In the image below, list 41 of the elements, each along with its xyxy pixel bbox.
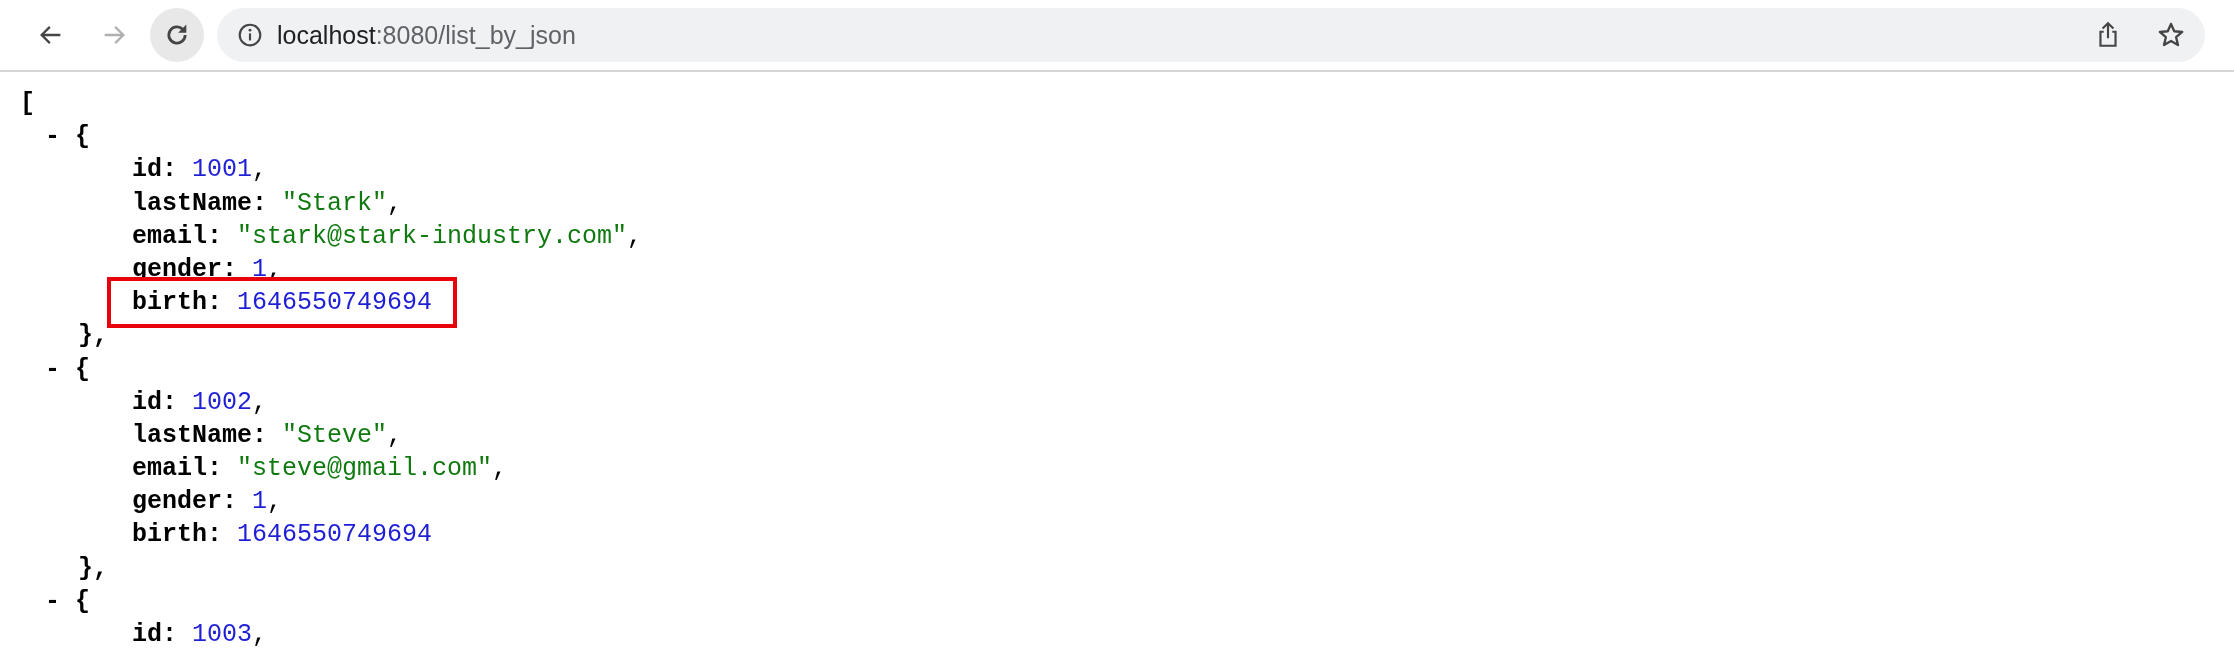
collapse-marker: - { [45, 586, 90, 616]
json-value: "Steve" [282, 420, 388, 450]
json-key: email: [132, 221, 222, 251]
punctuation: , [252, 387, 268, 417]
collapse-marker: - { [45, 354, 90, 384]
json-key: id: [132, 155, 177, 185]
json-key: birth: [132, 288, 222, 318]
json-value: 1003 [192, 620, 253, 649]
punctuation: , [267, 487, 283, 517]
json-key: gender: [132, 254, 238, 284]
punctuation: , [387, 188, 403, 218]
json-value: 1001 [192, 155, 253, 185]
info-icon[interactable] [237, 22, 263, 48]
json-key: email: [132, 454, 222, 484]
punctuation: , [627, 221, 643, 251]
bracket: }, [78, 553, 108, 583]
bracket: [ [20, 89, 35, 118]
star-icon[interactable] [2157, 21, 2185, 49]
json-value: 1646550749694 [237, 520, 433, 550]
json-key: lastName: [132, 420, 268, 450]
json-value: "stark@stark-industry.com" [237, 221, 628, 251]
json-key: birth: [132, 520, 222, 550]
url-text[interactable]: localhost:8080/list_by_json [277, 20, 2095, 50]
address-bar[interactable]: localhost:8080/list_by_json [217, 8, 2205, 62]
json-value: 1 [252, 487, 268, 517]
json-value: 1 [252, 254, 268, 284]
json-value: "Stark" [282, 188, 388, 218]
json-value: 1002 [192, 387, 253, 417]
json-key: gender: [132, 487, 238, 517]
json-value: 1646550749694 [237, 288, 433, 318]
json-key: id: [132, 387, 177, 417]
punctuation: , [252, 620, 268, 649]
json-key: lastName: [132, 188, 268, 218]
json-key: id: [132, 620, 177, 649]
collapse-marker: - { [45, 122, 90, 152]
punctuation: , [492, 454, 508, 484]
punctuation: , [252, 155, 268, 185]
bracket: }, [78, 321, 108, 351]
json-value: "steve@gmail.com" [237, 454, 493, 484]
reload-button[interactable] [150, 8, 204, 62]
punctuation: , [387, 420, 403, 450]
